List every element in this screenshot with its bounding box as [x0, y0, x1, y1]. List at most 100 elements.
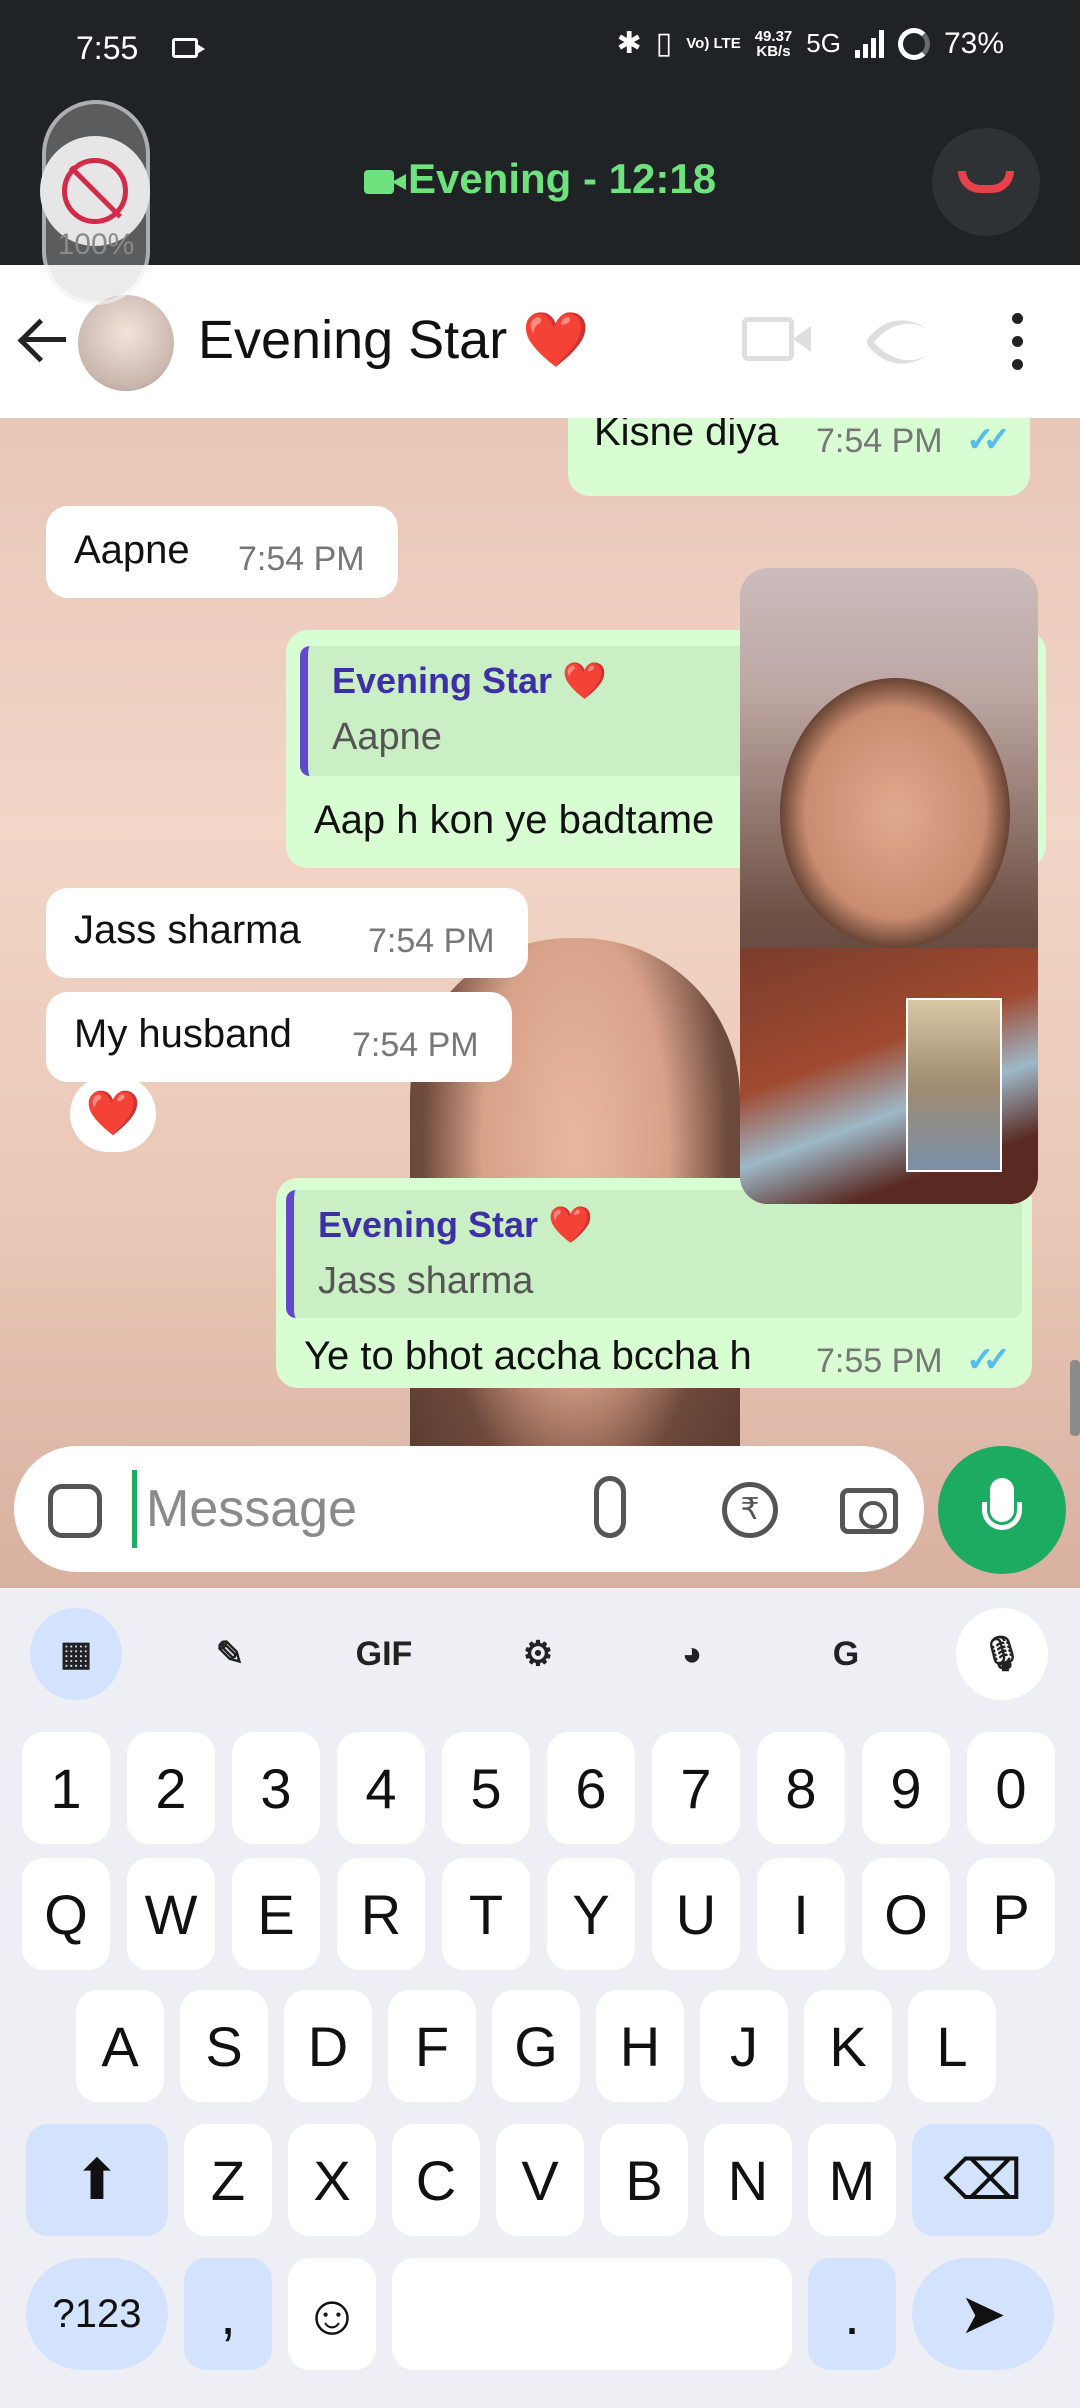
camera-icon[interactable] [840, 1488, 898, 1534]
back-arrow-icon[interactable] [18, 315, 74, 365]
video-call-pip[interactable] [740, 568, 1038, 1204]
quoted-sender: Evening Star ❤️ [318, 1204, 593, 1245]
voice-call-button[interactable] [863, 303, 941, 381]
message-input[interactable] [146, 1476, 446, 1542]
message-incoming[interactable]: Jass sharma 7:54 PM [46, 888, 528, 978]
contact-name[interactable]: Evening Star ❤️ [198, 309, 589, 372]
message-text: Kisne diya [594, 418, 779, 454]
video-call-button[interactable] [742, 317, 811, 361]
video-call-icon [363, 169, 406, 194]
key[interactable]: B [600, 2124, 688, 2236]
message-time: 7:54 PM [352, 1026, 479, 1064]
contact-avatar[interactable] [78, 295, 174, 391]
key[interactable]: Z [184, 2124, 272, 2236]
read-receipt-icon: ✓✓ [966, 1341, 1011, 1379]
voice-message-button[interactable] [938, 1446, 1066, 1574]
message-incoming[interactable]: My husband 7:54 PM [46, 992, 512, 1082]
key[interactable]: F [388, 1990, 476, 2102]
vibrate-icon: ▯ [655, 27, 673, 60]
more-options-icon[interactable] [1012, 313, 1026, 382]
key[interactable]: 6 [547, 1732, 635, 1844]
self-video-preview[interactable] [906, 998, 1002, 1172]
mic-muted-icon [62, 158, 128, 224]
key[interactable]: I [757, 1858, 845, 1970]
message-incoming[interactable]: Aapne 7:54 PM [46, 506, 398, 598]
comma-key[interactable]: , [184, 2258, 272, 2370]
network-type: 5G [806, 28, 841, 58]
key[interactable]: Q [22, 1858, 110, 1970]
end-call-button[interactable] [932, 128, 1040, 236]
message-text: Aap h kon ye badtame [314, 798, 715, 842]
theme-palette-icon[interactable]: ◕ [646, 1608, 738, 1700]
gif-button[interactable]: GIF [338, 1608, 430, 1700]
reaction-badge[interactable]: ❤️ [70, 1076, 156, 1152]
status-icons: ✱ ▯ Vo) LTE 49.37 KB/s 5G 73% [617, 26, 1004, 61]
volte-label: Vo) LTE [686, 35, 741, 52]
message-input-container[interactable]: ₹ [14, 1446, 924, 1572]
key[interactable]: K [804, 1990, 892, 2102]
status-bar: 7:55 ✱ ▯ Vo) LTE 49.37 KB/s 5G 73% Eveni… [0, 0, 1080, 265]
sticker-emoji-icon[interactable] [48, 1484, 102, 1538]
space-key[interactable] [392, 2258, 792, 2370]
attach-icon[interactable] [594, 1476, 626, 1538]
key[interactable]: P [967, 1858, 1055, 1970]
translate-icon[interactable]: G [800, 1608, 892, 1700]
signal-icon [854, 29, 884, 58]
remote-video-feed [780, 678, 1010, 948]
key[interactable]: 8 [757, 1732, 845, 1844]
key[interactable]: O [862, 1858, 950, 1970]
quoted-text: Jass sharma [318, 1260, 534, 1302]
message-text: My husband [74, 1012, 292, 1056]
key[interactable]: S [180, 1990, 268, 2102]
key[interactable]: 3 [232, 1732, 320, 1844]
period-key[interactable]: . [808, 2258, 896, 2370]
volume-percent: 100% [57, 228, 135, 261]
key[interactable]: 5 [442, 1732, 530, 1844]
key[interactable]: N [704, 2124, 792, 2236]
apps-grid-icon[interactable]: ▦ [30, 1608, 122, 1700]
call-title: Evening - 12:18 [407, 155, 717, 202]
network-speed: 49.37 KB/s [755, 29, 793, 59]
voice-typing-mic-icon[interactable]: 🎙 [956, 1608, 1048, 1700]
key[interactable]: 2 [127, 1732, 215, 1844]
compose-bar: ₹ [0, 1440, 1080, 1588]
key[interactable]: 9 [862, 1732, 950, 1844]
key[interactable]: 7 [652, 1732, 740, 1844]
key[interactable]: J [700, 1990, 788, 2102]
status-time: 7:55 [76, 30, 139, 66]
key[interactable]: R [337, 1858, 425, 1970]
key[interactable]: G [492, 1990, 580, 2102]
settings-gear-icon[interactable]: ⚙ [492, 1608, 584, 1700]
emoji-key[interactable]: ☺ [288, 2258, 376, 2370]
message-outgoing[interactable]: Kisne diya 7:54 PM ✓✓ [568, 418, 1030, 496]
sticker-icon[interactable]: ✎ [184, 1608, 276, 1700]
key[interactable]: D [284, 1990, 372, 2102]
key[interactable]: E [232, 1858, 320, 1970]
key[interactable]: T [442, 1858, 530, 1970]
quoted-text: Aapne [332, 716, 442, 758]
key[interactable]: L [908, 1990, 996, 2102]
read-receipt-icon: ✓✓ [966, 421, 1011, 459]
ongoing-call-banner[interactable]: Evening - 12:18 [0, 155, 1080, 203]
key[interactable]: 0 [967, 1732, 1055, 1844]
screen-record-icon [172, 38, 205, 58]
key[interactable]: X [288, 2124, 376, 2236]
key[interactable]: U [652, 1858, 740, 1970]
backspace-key[interactable]: ⌫ [912, 2124, 1054, 2236]
key[interactable]: 1 [22, 1732, 110, 1844]
quoted-message[interactable]: Evening Star ❤️ Jass sharma [286, 1190, 1022, 1318]
symbols-key[interactable]: ?123 [26, 2258, 168, 2370]
key[interactable]: V [496, 2124, 584, 2236]
key[interactable]: 4 [337, 1732, 425, 1844]
key[interactable]: W [127, 1858, 215, 1970]
key[interactable]: A [76, 1990, 164, 2102]
message-outgoing-reply[interactable]: Evening Star ❤️ Jass sharma Ye to bhot a… [276, 1178, 1032, 1388]
key[interactable]: H [596, 1990, 684, 2102]
shift-key[interactable]: ⬆ [26, 2124, 168, 2236]
key[interactable]: C [392, 2124, 480, 2236]
scrollbar[interactable] [1070, 1360, 1080, 1436]
key[interactable]: M [808, 2124, 896, 2236]
payment-icon[interactable]: ₹ [722, 1482, 778, 1538]
send-key[interactable]: ➤ [912, 2258, 1054, 2370]
key[interactable]: Y [547, 1858, 635, 1970]
